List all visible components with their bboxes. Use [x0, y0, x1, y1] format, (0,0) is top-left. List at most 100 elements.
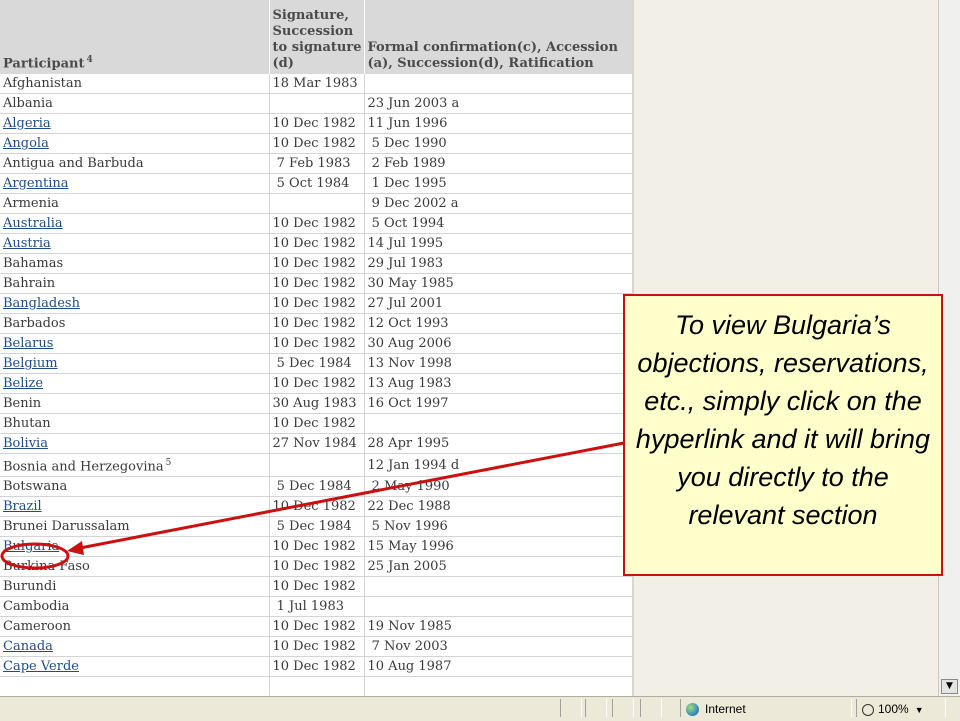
confirmation-date-cell: 23 Jun 2003 a — [364, 93, 632, 114]
confirmation-date-cell: 12 Jan 1994 d — [364, 453, 632, 478]
confirmation-date-cell: 7 Nov 2003 — [364, 636, 632, 658]
confirmation-date-cell: 27 Jul 2001 — [364, 293, 632, 314]
participant-name: Burundi — [3, 579, 57, 595]
participant-name: Barbados — [3, 316, 66, 331]
confirmation-date-cell: 11 Jun 1996 — [364, 113, 632, 134]
scroll-down-button[interactable]: ▼ — [941, 679, 958, 694]
participant-link[interactable]: Bangladesh — [3, 296, 80, 311]
participant-link[interactable]: Cape Verde — [3, 659, 79, 674]
participant-link[interactable]: Australia — [3, 216, 63, 231]
participant-link[interactable]: Belarus — [3, 336, 53, 351]
participant-cell[interactable]: Belize — [0, 373, 270, 394]
confirmation-date-cell — [364, 596, 632, 618]
participant-cell: Barbados — [0, 313, 270, 334]
signature-date-cell: 27 Nov 1984 — [269, 433, 365, 454]
header-confirmation: Formal confirmation(c), Accession (a), S… — [364, 0, 632, 74]
confirmation-date-cell: 12 Oct 1993 — [364, 313, 632, 334]
signature-date-cell: 10 Dec 1982 — [269, 576, 365, 598]
participant-cell[interactable]: Belgium — [0, 353, 270, 374]
participant-cell[interactable]: Belarus — [0, 333, 270, 354]
participant-link[interactable]: Brazil — [3, 499, 42, 514]
participant-cell[interactable]: Bolivia — [0, 433, 270, 454]
security-zone[interactable]: Internet — [686, 700, 746, 718]
participant-link[interactable]: Bolivia — [3, 436, 48, 451]
signature-date-cell: 10 Dec 1982 — [269, 313, 365, 334]
confirmation-date-cell — [364, 676, 632, 696]
participant-link[interactable]: Argentina — [3, 176, 69, 191]
participant-cell: Bosnia and Herzegovina 5 — [0, 453, 270, 478]
confirmation-date-cell: 9 Dec 2002 a — [364, 193, 632, 214]
signature-date-cell: 5 Dec 1984 — [269, 353, 365, 374]
participant-cell: Bhutan — [0, 413, 270, 434]
participant-link[interactable]: Austria — [3, 236, 51, 251]
participant-cell: Afghanistan — [0, 74, 270, 94]
participant-cell[interactable]: Austria — [0, 233, 270, 254]
signature-date-cell: 1 Jul 1983 — [269, 596, 365, 618]
participant-cell: Albania — [0, 93, 270, 114]
participant-cell: Brunei Darussalam — [0, 516, 270, 538]
participant-cell: Burkina Faso — [0, 556, 270, 578]
zone-label: Internet — [705, 702, 746, 716]
participant-name: Albania — [3, 96, 53, 111]
signature-date-cell: 7 Feb 1983 — [269, 153, 365, 174]
zoom-control[interactable]: 100% ▼ — [862, 700, 924, 718]
signature-date-cell: 10 Dec 1982 — [269, 636, 365, 658]
signature-date-cell: 5 Dec 1984 — [269, 516, 365, 538]
participant-link[interactable]: Belgium — [3, 356, 58, 371]
confirmation-date-cell: 5 Oct 1994 — [364, 213, 632, 234]
signature-date-cell — [269, 676, 365, 696]
header-footnote[interactable]: 4 — [86, 55, 92, 65]
participant-cell: Armenia — [0, 193, 270, 214]
participant-link[interactable]: Bulgaria — [3, 539, 59, 554]
signature-date-cell: 10 Dec 1982 — [269, 213, 365, 234]
status-segment — [640, 699, 662, 717]
signature-date-cell: 5 Dec 1984 — [269, 476, 365, 498]
participant-cell[interactable]: Bangladesh — [0, 293, 270, 314]
signature-date-cell: 10 Dec 1982 — [269, 556, 365, 578]
participant-link[interactable]: Belize — [3, 376, 43, 391]
confirmation-date-cell: 25 Jan 2005 — [364, 556, 632, 578]
participant-cell[interactable]: Bulgaria — [0, 536, 270, 558]
table-row: Austria 10 Dec 1982 14 Jul 1995 — [0, 233, 632, 254]
table-row: Bahrain 10 Dec 1982 30 May 1985 — [0, 273, 632, 294]
signature-date-cell: 10 Dec 1982 — [269, 273, 365, 294]
zoom-dropdown-icon[interactable]: ▼ — [915, 705, 924, 715]
table-row: Cape Verde 10 Dec 1982 10 Aug 1987 — [0, 656, 632, 678]
table-row: Antigua and Barbuda 7 Feb 1983 2 Feb 198… — [0, 153, 632, 174]
participant-link[interactable]: Angola — [3, 136, 49, 151]
participant-name: Antigua and Barbuda — [3, 156, 144, 171]
participant-name: Cameroon — [3, 619, 71, 635]
participant-name: Bhutan — [3, 416, 51, 431]
participant-cell[interactable]: Angola — [0, 133, 270, 154]
signature-date-cell: 10 Dec 1982 — [269, 113, 365, 134]
participant-cell[interactable]: Algeria — [0, 113, 270, 134]
participant-cell[interactable]: Argentina — [0, 173, 270, 194]
participant-cell[interactable]: Australia — [0, 213, 270, 234]
confirmation-date-cell: 16 Oct 1997 — [364, 393, 632, 414]
table-row: Afghanistan 18 Mar 1983 — [0, 74, 632, 94]
table-row: Bulgaria 10 Dec 1982 15 May 1996 — [0, 536, 632, 558]
table-row: Bolivia 27 Nov 1984 28 Apr 1995 — [0, 433, 632, 454]
confirmation-date-cell: 22 Dec 1988 — [364, 496, 632, 518]
signature-date-cell: 10 Dec 1982 — [269, 133, 365, 154]
signature-date-cell: 10 Dec 1982 — [269, 293, 365, 314]
header-participant[interactable]: Participant 4 — [0, 0, 270, 74]
magnifier-icon — [862, 703, 874, 716]
participant-cell: Benin — [0, 393, 270, 414]
confirmation-date-cell: 19 Nov 1985 — [364, 616, 632, 638]
signature-date-cell: 10 Dec 1982 — [269, 496, 365, 518]
table-body: Afghanistan 18 Mar 1983 Albania 23 Jun 2003… — [0, 74, 632, 696]
confirmation-date-cell: 29 Jul 1983 — [364, 253, 632, 274]
participant-cell[interactable]: Canada — [0, 636, 270, 658]
signature-date-cell — [269, 453, 365, 478]
callout-text: To view Bulgaria’s objections, reservati… — [635, 310, 931, 530]
participant-cell[interactable]: Cape Verde — [0, 656, 270, 678]
table-row: Belarus 10 Dec 1982 30 Aug 2006 — [0, 333, 632, 354]
participant-link[interactable]: Algeria — [3, 116, 51, 131]
footnote-marker[interactable]: 5 — [166, 458, 172, 468]
table-row: Brazil 10 Dec 1982 22 Dec 1988 — [0, 496, 632, 518]
participant-link[interactable]: Canada — [3, 639, 53, 654]
callout-box: To view Bulgaria’s objections, reservati… — [623, 294, 943, 576]
participant-name: Bahamas — [3, 256, 64, 271]
participant-cell[interactable]: Brazil — [0, 496, 270, 518]
